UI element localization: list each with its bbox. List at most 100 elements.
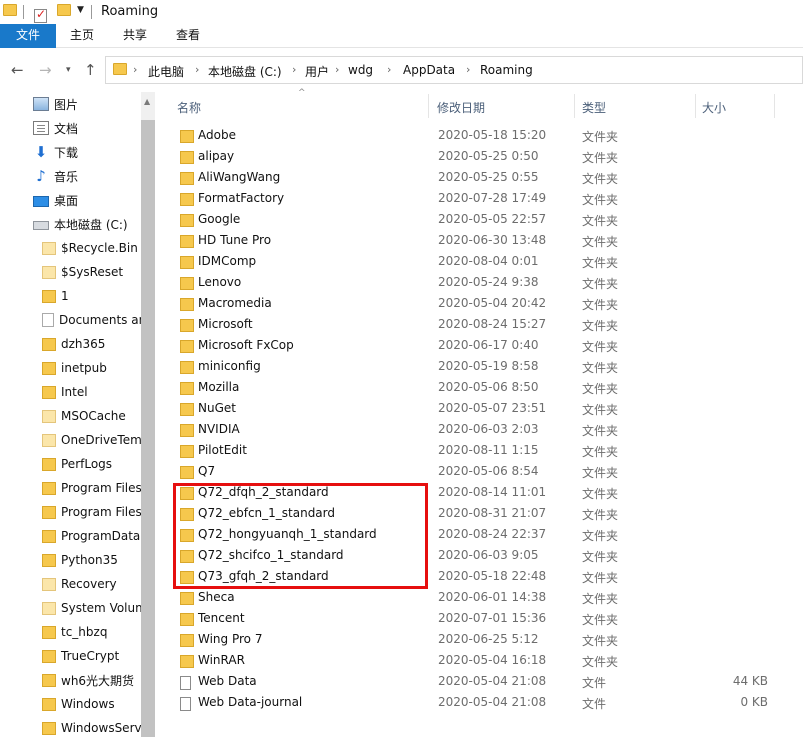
file-type: 文件夹 [582,508,619,522]
file-row[interactable]: NVIDIA 2020-06-03 2:03 文件夹 [169,420,789,441]
sidebar-item[interactable]: wh6光大期货 [42,668,134,692]
breadcrumb-wdg[interactable]: wdg [348,63,373,77]
sidebar-item[interactable]: 图片 [33,92,78,116]
file-row[interactable]: miniconfig 2020-05-19 8:58 文件夹 [169,357,789,378]
file-row[interactable]: Lenovo 2020-05-24 9:38 文件夹 [169,273,789,294]
sidebar-item[interactable]: Windows [42,692,115,716]
file-row[interactable]: Wing Pro 7 2020-06-25 5:12 文件夹 [169,630,789,651]
column-divider[interactable] [574,94,575,118]
breadcrumb-roaming[interactable]: Roaming [480,63,533,77]
sidebar-item[interactable]: ProgramData [42,524,140,548]
file-row[interactable]: HD Tune Pro 2020-06-30 13:48 文件夹 [169,231,789,252]
address-bar[interactable]: › 此电脑 › 本地磁盘 (C:) › 用户 › wdg › AppData ›… [105,56,803,84]
chevron-right-icon[interactable]: › [335,63,339,76]
sidebar-item[interactable]: PerfLogs [42,452,112,476]
chevron-right-icon[interactable]: › [292,63,296,76]
column-name[interactable]: 名称 [177,99,201,116]
file-row[interactable]: IDMComp 2020-08-04 0:01 文件夹 [169,252,789,273]
file-row[interactable]: WinRAR 2020-05-04 16:18 文件夹 [169,651,789,672]
sidebar-item[interactable]: TrueCrypt [42,644,119,668]
file-row[interactable]: alipay 2020-05-25 0:50 文件夹 [169,147,789,168]
properties-icon[interactable] [34,7,47,23]
sidebar-item[interactable]: 文档 [33,116,78,140]
tab-file[interactable]: 文件 [0,24,56,48]
chevron-right-icon[interactable]: › [133,63,137,76]
file-date-modified: 2020-07-01 15:36 [438,611,547,625]
sidebar-item[interactable]: Intel [42,380,88,404]
sidebar-item[interactable]: Documents and Settings [42,308,155,332]
file-date-modified: 2020-08-24 22:37 [438,527,547,541]
column-size[interactable]: 大小 [702,99,726,116]
file-row[interactable]: AliWangWang 2020-05-25 0:55 文件夹 [169,168,789,189]
tab-home[interactable]: 主页 [56,24,108,48]
sidebar-item[interactable]: $SysReset [42,260,123,284]
file-row[interactable]: FormatFactory 2020-07-28 17:49 文件夹 [169,189,789,210]
breadcrumb-local-disk[interactable]: 本地磁盘 (C:) [208,63,282,80]
file-type: 文件夹 [582,571,619,585]
customize-toolbar-icon[interactable]: ▼ [77,5,84,15]
sidebar-item[interactable]: OneDriveTemp [42,428,149,452]
sidebar-item[interactable]: dzh365 [42,332,105,356]
file-row[interactable]: PilotEdit 2020-08-11 1:15 文件夹 [169,441,789,462]
column-divider[interactable] [774,94,775,118]
folder-icon [180,256,194,269]
file-row[interactable]: Microsoft FxCop 2020-06-17 0:40 文件夹 [169,336,789,357]
file-icon [180,676,191,690]
file-row[interactable]: Google 2020-05-05 22:57 文件夹 [169,210,789,231]
chevron-right-icon[interactable]: › [195,63,199,76]
sidebar-item-label: Intel [61,385,88,399]
file-row[interactable]: Web Data-journal 2020-05-04 21:08 文件 0 KB [169,693,789,714]
column-date-modified[interactable]: 修改日期 [437,99,485,116]
sidebar-scrollbar-thumb[interactable] [141,120,155,737]
column-divider[interactable] [428,94,429,118]
window-title: Roaming [101,4,159,19]
folder-icon [42,361,56,375]
recent-locations-icon[interactable]: ▾ [66,65,71,75]
file-row[interactable]: Microsoft 2020-08-24 15:27 文件夹 [169,315,789,336]
file-type: 文件夹 [582,319,619,333]
scroll-up-icon[interactable]: ▲ [144,97,150,106]
up-arrow-icon[interactable]: ↑ [84,61,97,79]
sidebar-item[interactable]: $Recycle.Bin [42,236,138,260]
file-row[interactable]: Web Data 2020-05-04 21:08 文件 44 KB [169,672,789,693]
chevron-right-icon[interactable]: › [387,63,391,76]
sidebar-item[interactable]: System Volume Information [42,596,155,620]
sidebar-item[interactable]: Python35 [42,548,118,572]
file-name: Google [198,212,241,226]
file-row[interactable]: NuGet 2020-05-07 23:51 文件夹 [169,399,789,420]
file-row[interactable]: Tencent 2020-07-01 15:36 文件夹 [169,609,789,630]
breadcrumb-appdata[interactable]: AppData [403,63,455,77]
sidebar-item[interactable]: Recovery [42,572,117,596]
file-type: 文件夹 [582,445,619,459]
sidebar-item[interactable]: inetpub [42,356,107,380]
sidebar-item[interactable]: MSOCache [42,404,126,428]
file-row[interactable]: Mozilla 2020-05-06 8:50 文件夹 [169,378,789,399]
file-row[interactable]: Q7 2020-05-06 8:54 文件夹 [169,462,789,483]
breadcrumb-this-pc[interactable]: 此电脑 [148,63,184,80]
file-row[interactable]: Adobe 2020-05-18 15:20 文件夹 [169,126,789,147]
tab-share[interactable]: 共享 [109,24,161,48]
folder-icon [180,403,194,416]
sidebar-item[interactable]: Program Files (x86) [42,500,155,524]
forward-arrow-icon[interactable]: → [39,61,52,79]
sidebar-item[interactable]: 桌面 [33,188,78,212]
breadcrumb-users[interactable]: 用户 [305,63,329,80]
sidebar-item-label: Recovery [61,577,117,591]
file-row[interactable]: Macromedia 2020-05-04 20:42 文件夹 [169,294,789,315]
sidebar-item[interactable]: 本地磁盘 (C:) [33,212,128,236]
column-type[interactable]: 类型 [582,99,606,116]
sidebar-item[interactable]: tc_hbzq [42,620,107,644]
back-arrow-icon[interactable]: ← [11,61,24,79]
column-divider[interactable] [695,94,696,118]
file-row[interactable]: Sheca 2020-06-01 14:38 文件夹 [169,588,789,609]
chevron-right-icon[interactable]: › [466,63,470,76]
sidebar-item[interactable]: Program Files [42,476,142,500]
tab-view[interactable]: 查看 [162,24,214,48]
sidebar-item[interactable]: ♪ 音乐 [33,164,78,188]
sidebar-item[interactable]: 1 [42,284,69,308]
new-folder-icon[interactable] [57,4,71,16]
file-type: 文件 [582,676,607,690]
sidebar-item[interactable]: ⬇ 下载 [33,140,78,164]
folder-icon [42,481,56,495]
sidebar-item[interactable]: WindowsServer [42,716,154,737]
